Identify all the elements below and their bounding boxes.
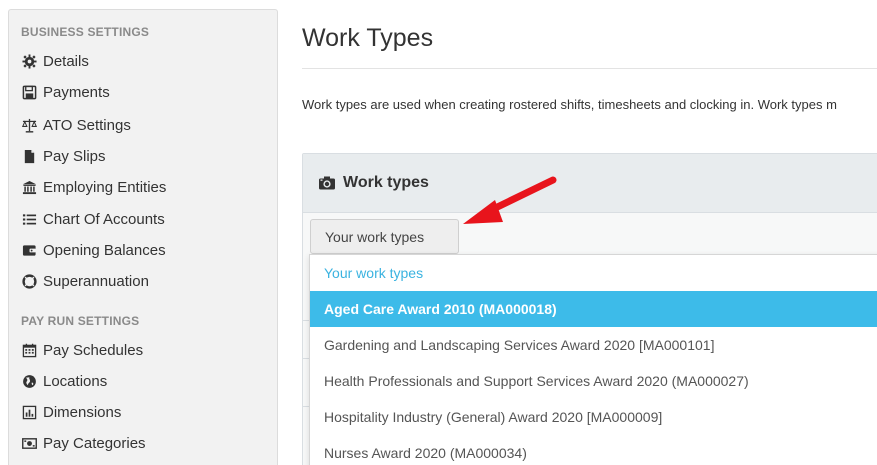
pay-run-settings-heading: PAY RUN SETTINGS — [21, 314, 140, 328]
bar-chart-icon — [21, 404, 37, 420]
sidebar-item-label: Details — [43, 52, 89, 70]
camera-icon — [318, 174, 336, 192]
money-icon — [21, 435, 37, 451]
dropdown-option[interactable]: Health Professionals and Support Service… — [310, 363, 877, 399]
calendar-icon — [21, 342, 37, 358]
sidebar-item-label: Superannuation — [43, 272, 149, 290]
sidebar-item-label: Locations — [43, 372, 108, 390]
sidebar-item-label: Dimensions — [43, 403, 122, 421]
work-types-filter-button[interactable]: Your work types — [310, 219, 459, 254]
red-arrow-annotation — [463, 176, 557, 224]
bank-icon — [21, 179, 37, 195]
sidebar-item-pay-categories[interactable]: Pay Categories — [21, 431, 146, 455]
sidebar-item-label: ATO Settings — [43, 116, 131, 134]
page-description: Work types are used when creating roster… — [302, 97, 837, 112]
sidebar-item-dimensions[interactable]: Dimensions — [21, 400, 121, 424]
business-settings-heading: BUSINESS SETTINGS — [21, 25, 150, 39]
list-icon — [21, 211, 37, 227]
sidebar-item-label: Chart Of Accounts — [43, 210, 165, 228]
sidebar-item-label: Pay Slips — [43, 147, 106, 165]
panel-title: Work types — [343, 174, 429, 191]
file-icon — [21, 148, 37, 164]
settings-sidebar: BUSINESS SETTINGS Details Payments ATO S… — [8, 9, 278, 465]
sidebar-item-superannuation[interactable]: Superannuation — [21, 269, 149, 293]
dropdown-option[interactable]: Aged Care Award 2010 (MA000018) — [310, 291, 877, 327]
sidebar-item-label: Pay Schedules — [43, 341, 144, 359]
work-types-dropdown-menu: Your work types Aged Care Award 2010 (MA… — [309, 254, 877, 465]
save-icon — [21, 84, 37, 100]
dropdown-option[interactable]: Gardening and Landscaping Services Award… — [310, 327, 877, 363]
balance-scale-icon — [21, 117, 37, 133]
globe-icon — [21, 373, 37, 389]
sidebar-item-employing-entities[interactable]: Employing Entities — [21, 175, 166, 199]
dropdown-header-your-work-types[interactable]: Your work types — [310, 255, 877, 291]
sidebar-item-locations[interactable]: Locations — [21, 369, 107, 393]
sidebar-item-pay-slips[interactable]: Pay Slips — [21, 144, 106, 168]
life-ring-icon — [21, 273, 37, 289]
sidebar-item-label: Opening Balances — [43, 241, 166, 259]
dropdown-option[interactable]: Nurses Award 2020 (MA000034) — [310, 435, 877, 465]
sidebar-item-opening-balances[interactable]: Opening Balances — [21, 238, 166, 262]
sidebar-item-label: Payments — [43, 83, 110, 101]
sidebar-item-ato-settings[interactable]: ATO Settings — [21, 113, 131, 137]
page-title: Work Types — [302, 24, 434, 52]
sidebar-item-chart-of-accounts[interactable]: Chart Of Accounts — [21, 207, 165, 231]
wallet-icon — [21, 242, 37, 258]
panel-header: Work types — [303, 154, 877, 213]
sidebar-item-pay-schedules[interactable]: Pay Schedules — [21, 338, 143, 362]
gear-icon — [21, 53, 37, 69]
dropdown-option[interactable]: Hospitality Industry (General) Award 202… — [310, 399, 877, 435]
sidebar-item-label: Pay Categories — [43, 434, 146, 452]
sidebar-item-details[interactable]: Details — [21, 49, 89, 73]
sidebar-item-label: Employing Entities — [43, 178, 167, 196]
title-divider — [302, 68, 877, 69]
sidebar-item-payments[interactable]: Payments — [21, 80, 110, 104]
